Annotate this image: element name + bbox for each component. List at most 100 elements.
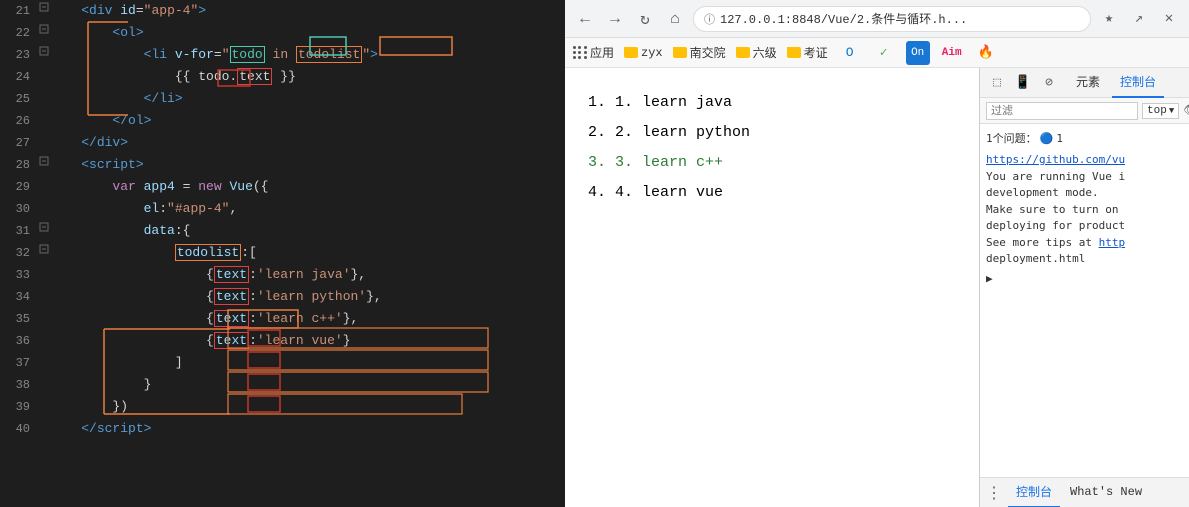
line-number: 34 [0,286,38,308]
line-content: </div> [50,132,565,154]
line-content: {text:'learn java'}, [50,264,565,286]
code-line: 21 <div id="app-4"> [0,0,565,22]
browser-topbar: ← → ↻ ⌂ ⓘ 127.0.0.1:8848/Vue/2.条件与循环.h..… [565,0,1189,38]
reload-button[interactable]: ↻ [633,7,657,31]
ext-check-icon[interactable]: ✓ [872,41,896,65]
url-bar[interactable]: ⓘ 127.0.0.1:8848/Vue/2.条件与循环.h... [693,6,1091,32]
code-editor: 21 <div id="app-4">22 <ol>23 <li v-for="… [0,0,565,507]
line-number: 27 [0,132,38,154]
line-number: 31 [0,220,38,242]
tab-whats-new[interactable]: What's New [1062,478,1150,507]
bookmark-zyx[interactable]: zyx [624,46,663,60]
bookmark-nanjiao-label: 南交院 [690,44,726,61]
bookmark-kaoz[interactable]: 考证 [787,44,828,61]
bookmark-kaoz-label: 考证 [804,44,828,61]
apps-grid-icon [573,46,587,60]
line-content: {text:'learn python'}, [50,286,565,308]
code-line: 26 </ol> [0,110,565,132]
bookmark-apps-label: 应用 [590,44,614,61]
fold-icon [38,242,50,264]
folder-icon-2 [673,47,687,58]
line-number: 23 [0,44,38,66]
fold-icon [38,44,50,66]
tab-elements[interactable]: 元素 [1068,68,1108,98]
line-content: ] [50,352,565,374]
list-item-4: 4. learn vue [615,178,949,208]
lock-icon: ⓘ [704,11,715,27]
ext-aim-icon[interactable]: Aim [940,41,964,65]
github-link[interactable]: https://github.com/vu [986,153,1125,166]
folder-icon [624,47,638,58]
devtools-eye-button[interactable]: 👁 [1183,100,1189,122]
line-content: }) [50,396,565,418]
line-number: 26 [0,110,38,132]
line-content: <div id="app-4"> [50,0,565,22]
line-number: 33 [0,264,38,286]
share-button[interactable]: ↗ [1127,7,1151,31]
line-number: 38 [0,374,38,396]
line-number: 25 [0,88,38,110]
line-number: 29 [0,176,38,198]
line-number: 36 [0,330,38,352]
code-line: 31 data:{ [0,220,565,242]
code-line: 33 {text:'learn java'}, [0,264,565,286]
line-number: 22 [0,22,38,44]
line-number: 39 [0,396,38,418]
todo-list: 1. learn java 2. learn python 3. learn c… [595,88,949,208]
tab-console[interactable]: 控制台 [1112,68,1164,98]
devtools-block-button[interactable]: ⊘ [1038,72,1060,94]
code-line: 27 </div> [0,132,565,154]
line-number: 28 [0,154,38,176]
close-button[interactable]: ✕ [1157,7,1181,31]
issues-label: 1个问题： [986,130,1037,146]
list-item-3: 3. learn c++ [615,148,949,178]
bookmark-star-button[interactable]: ★ [1097,7,1121,31]
filter-input[interactable] [986,102,1138,120]
line-number: 24 [0,66,38,88]
line-content: </ol> [50,110,565,132]
issues-count: 1 [1056,132,1063,145]
fold-icon [38,22,50,44]
devtools-topbar: ⬚ 📱 ⊘ 元素 控制台 [980,68,1189,98]
line-number: 40 [0,418,38,440]
bookmark-zyx-label: zyx [641,46,663,60]
tips-link[interactable]: http [1099,236,1126,249]
code-line: 25 </li> [0,88,565,110]
dropdown-chevron: ▼ [1169,106,1174,116]
browser-page: 1. learn java 2. learn python 3. learn c… [565,68,979,507]
bookmark-apps[interactable]: 应用 [573,44,614,61]
ext-on-icon[interactable]: On [906,41,930,65]
devtools-bottombar: ⋮ 控制台 What's New [980,477,1189,507]
line-content: data:{ [50,220,565,242]
line-content: } [50,374,565,396]
bookmark-liuji[interactable]: 六级 [736,44,777,61]
back-button[interactable]: ← [573,7,597,31]
line-content: {{ todo.text }} [50,66,565,88]
fold-icon [38,154,50,176]
ext-outlook-icon[interactable]: O [838,41,862,65]
devtools-device-button[interactable]: 📱 [1012,72,1034,94]
tab-console-bottom[interactable]: 控制台 [1008,478,1060,507]
issue-bar: 1个问题： 🔵 1 [986,128,1183,148]
browser-content: 1. learn java 2. learn python 3. learn c… [565,68,1189,507]
code-line: 29 var app4 = new Vue({ [0,176,565,198]
line-number: 37 [0,352,38,374]
issues-icon: 🔵 [1040,132,1054,145]
code-line: 22 <ol> [0,22,565,44]
forward-button[interactable]: → [603,7,627,31]
bookmark-nanjiao[interactable]: 南交院 [673,44,726,61]
line-number: 30 [0,198,38,220]
top-dropdown[interactable]: top ▼ [1142,103,1179,119]
line-content: <li v-for="todo in todolist"> [50,44,565,66]
devtools-menu-icon[interactable]: ⋮ [986,483,1002,503]
code-line: 28 <script> [0,154,565,176]
url-text: 127.0.0.1:8848/Vue/2.条件与循环.h... [720,10,967,27]
devtools-inspect-button[interactable]: ⬚ [986,72,1008,94]
code-line: 37 ] [0,352,565,374]
code-line: 30 el:"#app-4", [0,198,565,220]
code-line: 36 {text:'learn vue'} [0,330,565,352]
ext-flame-icon[interactable]: 🔥 [974,41,998,65]
line-number: 35 [0,308,38,330]
code-line: 40 </script> [0,418,565,440]
home-button[interactable]: ⌂ [663,7,687,31]
